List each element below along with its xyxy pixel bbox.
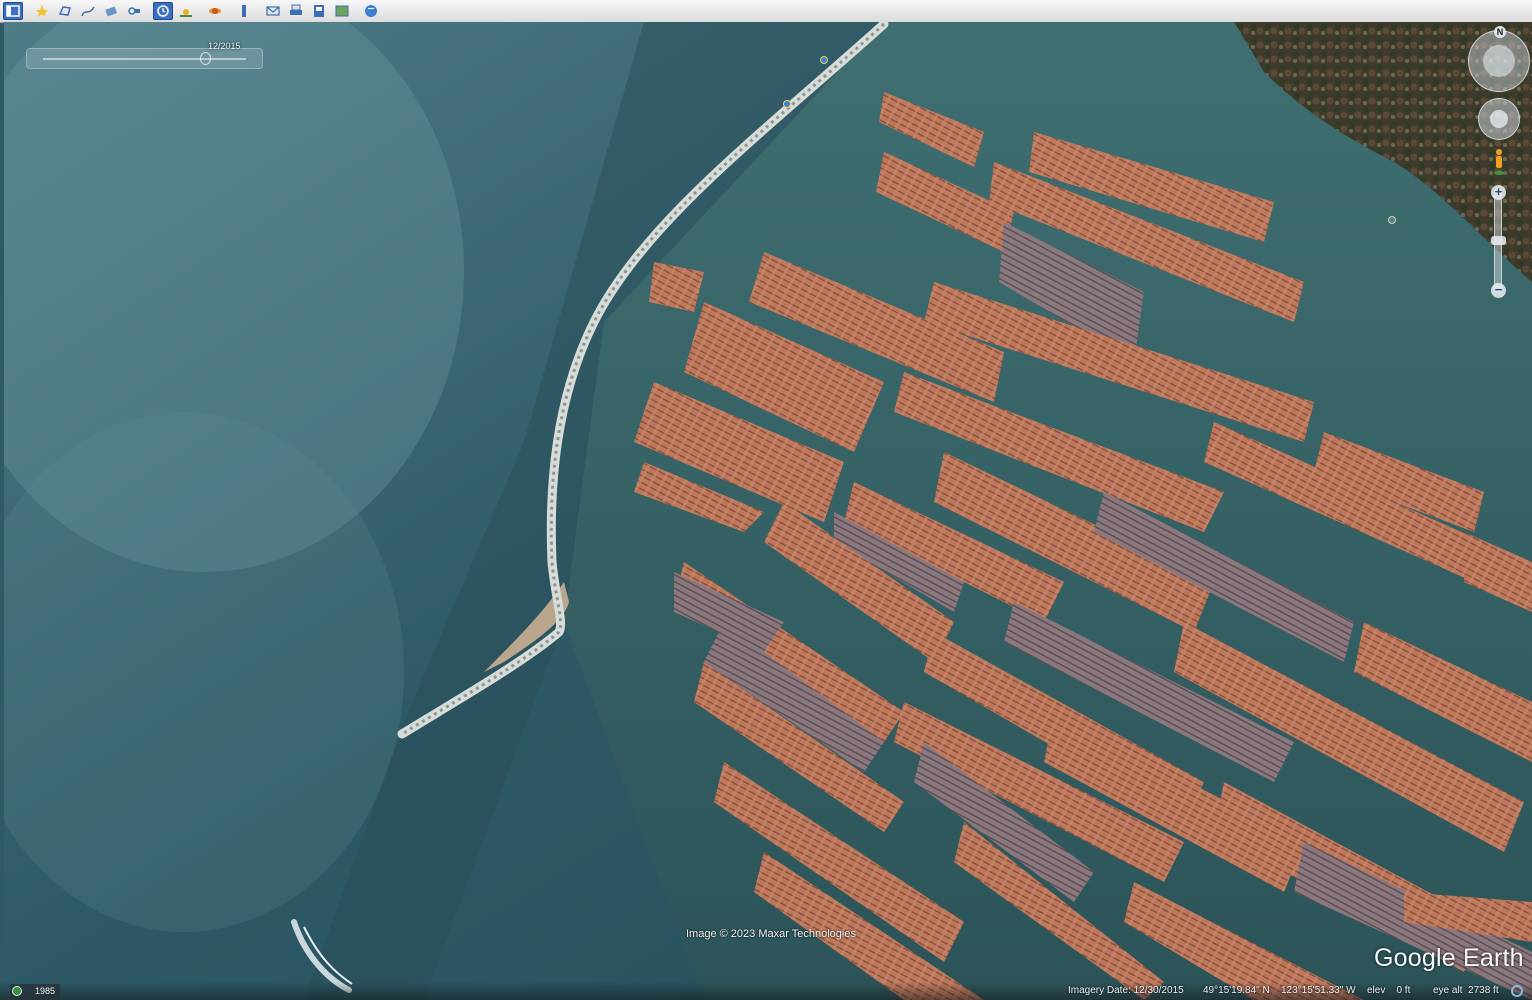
sidebar-toggle-icon <box>6 5 20 17</box>
eye-altitude-readout: eye alt 2738 ft <box>1433 985 1499 996</box>
save-image-icon <box>314 5 324 17</box>
globe-icon <box>12 986 22 996</box>
zoom-out-button[interactable]: − <box>1491 283 1506 298</box>
polygon-button[interactable] <box>55 2 75 20</box>
path-icon <box>81 6 95 17</box>
zoom-slider-thumb[interactable] <box>1491 236 1506 245</box>
view-in-maps-icon <box>335 5 349 17</box>
placemark-button[interactable] <box>32 2 52 20</box>
record-tour-icon <box>128 7 140 15</box>
time-slider[interactable]: 12/2015 <box>26 41 263 69</box>
planets-icon <box>209 8 221 14</box>
earth-button[interactable] <box>361 2 381 20</box>
north-indicator[interactable]: N <box>1494 26 1506 38</box>
pegman-icon[interactable] <box>1493 148 1505 176</box>
buoy-marker <box>1388 216 1396 224</box>
look-around-control[interactable] <box>1468 30 1530 92</box>
ruler-icon <box>242 5 246 17</box>
imagery-copyright: Image © 2023 Maxar Technologies <box>686 928 856 940</box>
image-overlay-button[interactable] <box>101 2 121 20</box>
eye-icon <box>1483 45 1515 77</box>
historical-imagery-icon <box>157 5 169 17</box>
toolbar <box>0 0 1532 23</box>
ruler-button[interactable] <box>234 2 254 20</box>
elevation-readout: elev 0 ft <box>1367 985 1411 996</box>
hand-icon <box>1490 110 1508 128</box>
longitude-readout: 123°15'51.33" W <box>1281 985 1356 996</box>
print-icon <box>290 4 302 15</box>
view-in-maps-button[interactable] <box>332 2 352 20</box>
earth-icon <box>365 5 377 17</box>
buoy-marker <box>783 100 791 108</box>
sidebar-toggle-button[interactable] <box>3 2 23 20</box>
save-image-button[interactable] <box>309 2 329 20</box>
zoom-in-button[interactable]: + <box>1491 185 1506 200</box>
time-slider-label: 12/2015 <box>208 41 241 51</box>
satellite-imagery <box>4 22 1532 1000</box>
email-icon <box>266 6 280 16</box>
move-control[interactable] <box>1478 98 1520 140</box>
time-slider-thumb[interactable] <box>200 52 211 65</box>
latitude-readout: 49°15'19.84" N <box>1203 985 1270 996</box>
image-overlay-icon <box>105 6 118 17</box>
placemark-icon <box>36 5 48 17</box>
buoy-marker <box>820 56 828 64</box>
sunlight-icon <box>180 9 192 17</box>
google-earth-logo: Google Earth <box>1374 944 1524 972</box>
historical-imagery-button[interactable] <box>153 2 173 20</box>
print-button[interactable] <box>286 2 306 20</box>
time-slider-track[interactable] <box>43 58 246 60</box>
path-button[interactable] <box>78 2 98 20</box>
record-tour-button[interactable] <box>124 2 144 20</box>
email-button[interactable] <box>263 2 283 20</box>
streaming-icon <box>1511 985 1523 997</box>
map-view[interactable] <box>4 22 1532 1000</box>
history-start-year: 1985 <box>35 986 56 996</box>
imagery-date: Imagery Date: 12/30/2015 <box>1068 985 1184 996</box>
polygon-icon <box>58 6 71 16</box>
sunlight-button[interactable] <box>176 2 196 20</box>
planets-button[interactable] <box>205 2 225 20</box>
